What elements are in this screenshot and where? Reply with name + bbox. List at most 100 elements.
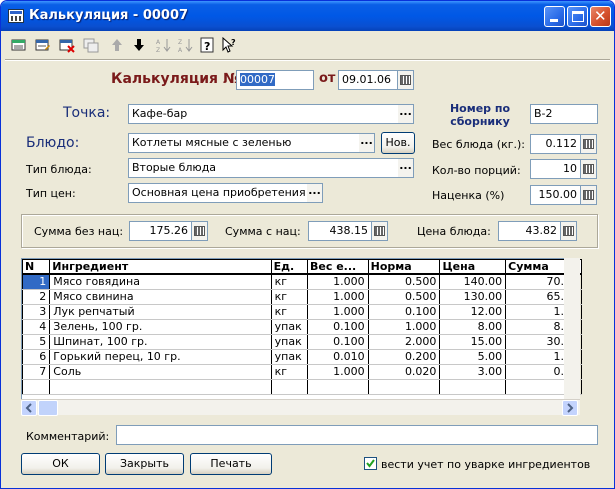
table-cell[interactable]: упак	[270, 319, 309, 335]
print-button[interactable]: Печать	[190, 453, 272, 475]
column-header[interactable]: N	[21, 259, 51, 275]
sum-no-markup-calc-button[interactable]	[192, 221, 208, 241]
dish-price-calc-button[interactable]	[561, 221, 577, 241]
point-field[interactable]: Кафе-бар	[128, 104, 399, 124]
dish-field[interactable]: Котлеты мясные с зеленью	[128, 133, 360, 153]
table-cell[interactable]: 1.000	[307, 274, 369, 290]
date-field[interactable]: 09.01.06	[338, 70, 398, 90]
scroll-left-button[interactable]	[21, 400, 37, 416]
table-cell[interactable]: 2	[21, 289, 51, 305]
table-row[interactable]: 3Лук репчатыйкг1.0000.10012.001.20	[21, 304, 582, 320]
title-bar[interactable]: Калькуляция - 00007 ✕	[1, 1, 614, 31]
comment-field[interactable]	[116, 425, 598, 445]
column-header[interactable]: Ед.	[270, 259, 309, 275]
sum-no-markup-field[interactable]: 175.26	[129, 221, 192, 241]
table-cell[interactable]: 2.000	[367, 334, 441, 350]
sum-markup-field[interactable]: 438.15	[308, 221, 372, 241]
whats-this-icon[interactable]: ?	[221, 37, 237, 53]
move-up-icon[interactable]	[109, 37, 125, 53]
markup-field[interactable]: 150.00	[530, 185, 581, 205]
table-cell[interactable]: 0.200	[367, 349, 441, 365]
table-cell[interactable]: Зелень, 100 гр.	[49, 319, 272, 335]
table-cell[interactable]: 8.00	[439, 319, 507, 335]
sum-markup-calc-button[interactable]	[372, 221, 388, 241]
table-cell[interactable]: 1	[21, 274, 51, 290]
table-row[interactable]: 5 Шпинат, 100 гр. упак 0.100 2.000 15.00 30.00	[21, 334, 582, 350]
table-row[interactable]: 4Зелень, 100 гр.упак0.1001.0008.008.00	[21, 319, 582, 335]
portions-calc-button[interactable]	[581, 159, 597, 179]
maximize-button[interactable]	[567, 6, 588, 27]
table-cell[interactable]: 5.00	[439, 349, 507, 365]
delete-row-icon[interactable]	[59, 37, 75, 53]
table-cell[interactable]: Лук репчатый	[49, 304, 272, 320]
table-cell[interactable]: 5	[21, 334, 51, 350]
table-cell[interactable]: Мясо свинина	[49, 289, 272, 305]
table-cell[interactable]: упак	[270, 334, 309, 350]
table-cell[interactable]: 1.000	[307, 289, 369, 305]
table-cell[interactable]: 0.100	[307, 334, 369, 350]
table-row[interactable]: 2 Мясо свинина кг 1.000 0.500 130.00 65.00	[21, 289, 582, 305]
table-vertical-scrollbar[interactable]	[564, 258, 580, 399]
minimize-button[interactable]	[544, 6, 565, 27]
table-cell[interactable]: упак	[270, 349, 309, 365]
table-cell[interactable]: 3.00	[439, 364, 507, 380]
table-cell[interactable]: 4	[21, 319, 51, 335]
column-header[interactable]: Цена	[439, 259, 507, 275]
scroll-thumb[interactable]	[38, 400, 58, 416]
edit-row-icon[interactable]	[35, 37, 51, 53]
sort-asc-icon[interactable]: AZ	[155, 37, 171, 53]
table-row[interactable]: 6 Горький перец, 10 гр. упак 0.010 0.200 5.00…	[21, 349, 582, 365]
price-type-field[interactable]: Основная цена приобретения	[128, 183, 308, 203]
table-cell[interactable]: 1.000	[367, 319, 441, 335]
table-cell[interactable]: 0.500	[367, 274, 441, 290]
dish-price-field[interactable]: 43.82	[498, 221, 561, 241]
dish-type-select-button[interactable]: ...	[398, 158, 414, 178]
table-cell[interactable]: кг	[270, 289, 309, 305]
close-button[interactable]: Закрыть	[105, 453, 184, 475]
ok-button[interactable]: ОК	[21, 453, 100, 475]
scroll-right-button[interactable]	[562, 400, 578, 416]
close-window-button[interactable]: ✕	[590, 6, 611, 27]
table-cell[interactable]: 0.100	[307, 319, 369, 335]
table-cell[interactable]: 0.500	[367, 289, 441, 305]
column-header[interactable]: Норма	[367, 259, 441, 275]
table-cell[interactable]: Соль	[49, 364, 272, 380]
table-cell[interactable]: кг	[270, 364, 309, 380]
copy-row-icon[interactable]	[83, 37, 99, 53]
table-cell[interactable]: 6	[21, 349, 51, 365]
dish-select-button[interactable]: ...	[359, 133, 375, 153]
table-cell[interactable]: кг	[270, 274, 309, 290]
dish-weight-field[interactable]: 0.112	[530, 134, 581, 154]
table-cell[interactable]: Горький перец, 10 гр.	[49, 349, 272, 365]
table-horizontal-scrollbar[interactable]	[21, 399, 580, 416]
table-row[interactable]: 1 Мясо говядина кг 1.000 0.500 140.00 70.00	[21, 274, 582, 290]
table-cell[interactable]: 140.00	[439, 274, 507, 290]
table-cell[interactable]: Мясо говядина	[49, 274, 272, 290]
table-cell[interactable]: 0.100	[367, 304, 441, 320]
point-select-button[interactable]: ...	[398, 104, 414, 124]
table-cell[interactable]: Шпинат, 100 гр.	[49, 334, 272, 350]
table-cell[interactable]: кг	[270, 304, 309, 320]
table-cell[interactable]: 15.00	[439, 334, 507, 350]
table-cell[interactable]: 0.010	[307, 349, 369, 365]
table-cell[interactable]: 7	[21, 364, 51, 380]
boil-tracking-checkbox[interactable]	[364, 457, 377, 470]
table-cell[interactable]: 1.000	[307, 304, 369, 320]
date-calendar-button[interactable]	[398, 70, 414, 90]
dish-type-field[interactable]: Вторые блюда	[128, 158, 399, 178]
portions-field[interactable]: 10	[530, 159, 581, 179]
calc-number-field[interactable]: 00007	[236, 70, 314, 90]
sort-desc-icon[interactable]: ZA	[177, 37, 193, 53]
ingredients-table[interactable]: N Ингредиент Ед. Вес е... Норма Цена Сум…	[21, 258, 582, 415]
new-dish-button[interactable]: Нов.	[381, 132, 415, 154]
column-header[interactable]: Ингредиент	[49, 259, 272, 275]
table-cell[interactable]: 0.020	[367, 364, 441, 380]
new-row-icon[interactable]	[11, 37, 27, 53]
move-down-icon[interactable]	[131, 37, 147, 53]
table-cell[interactable]: 1.000	[307, 364, 369, 380]
help-icon[interactable]: ?	[199, 37, 215, 53]
collection-number-field[interactable]: В-2	[530, 104, 598, 124]
dish-weight-calc-button[interactable]	[581, 134, 597, 154]
table-cell[interactable]: 130.00	[439, 289, 507, 305]
table-cell[interactable]: 3	[21, 304, 51, 320]
